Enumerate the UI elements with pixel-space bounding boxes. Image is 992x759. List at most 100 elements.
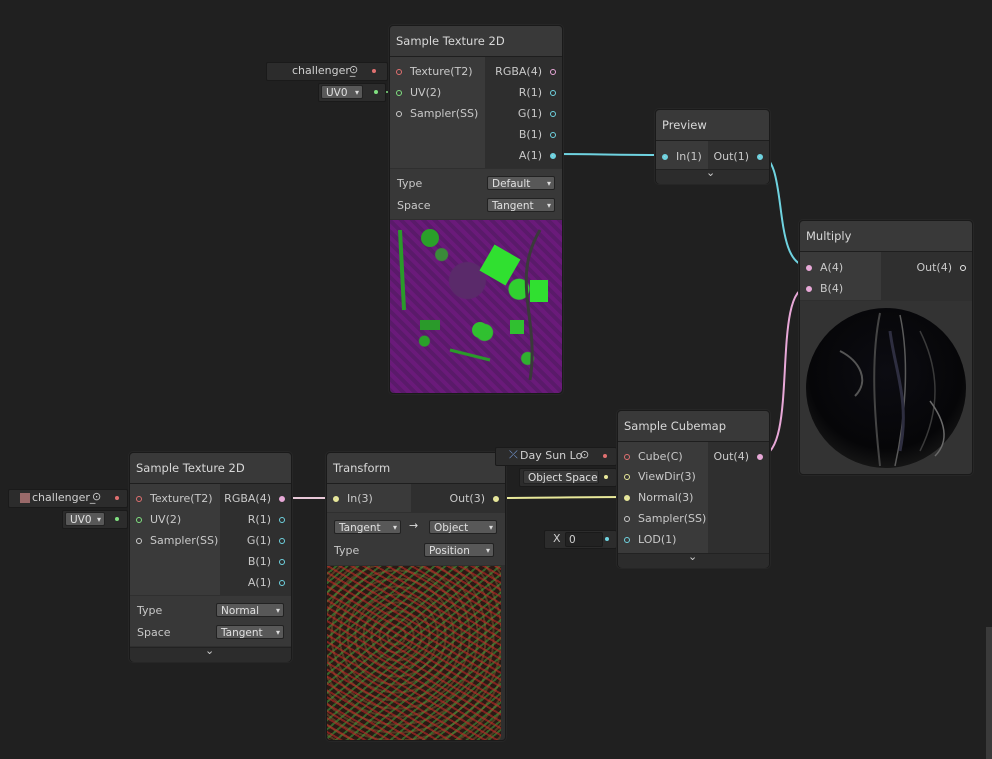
node-title[interactable]: Transform (327, 453, 505, 484)
input-port-in[interactable]: In(1) (662, 147, 702, 167)
port-dot-icon (550, 69, 556, 75)
input-port-cube[interactable]: Cube(C) (624, 447, 683, 467)
input-port-b[interactable]: B(4) (806, 279, 843, 299)
output-port-out[interactable]: Out(1) (713, 147, 763, 167)
input-port-sampler[interactable]: Sampler(SS) (396, 104, 478, 124)
input-port-normal[interactable]: Normal(3) (624, 488, 693, 508)
port-label: Texture(T2) (410, 65, 473, 78)
inline-texture-field-bottom[interactable]: challenger_ ⊙ (8, 489, 128, 508)
space-dropdown[interactable]: Tangent ▾ (216, 625, 284, 639)
from-space-dropdown[interactable]: Tangent ▾ (334, 520, 401, 534)
to-space-dropdown[interactable]: Object ▾ (429, 520, 497, 534)
transform-node[interactable]: Transform In(3) Out(3) Tangent ▾ → Objec… (326, 452, 506, 741)
sample-cubemap-node[interactable]: Sample Cubemap Cube(C) ViewDir(3) Normal… (617, 410, 770, 568)
input-port-texture[interactable]: Texture(T2) (396, 62, 473, 82)
input-port-viewdir[interactable]: ViewDir(3) (624, 467, 696, 487)
sphere-preview-image (800, 301, 972, 474)
lod-value-input[interactable]: 0 (565, 532, 603, 547)
node-title[interactable]: Multiply (800, 221, 972, 252)
node-title[interactable]: Sample Texture 2D (390, 26, 562, 57)
output-port-b[interactable]: B(1) (519, 125, 556, 145)
port-label: In(3) (347, 492, 373, 505)
output-port-b[interactable]: B(1) (248, 552, 285, 572)
output-port-r[interactable]: R(1) (519, 83, 556, 103)
port-dot-icon (550, 153, 556, 159)
from-space-value: Tangent (339, 522, 381, 534)
object-picker-icon[interactable]: ⊙ (580, 448, 589, 461)
input-port-texture[interactable]: Texture(T2) (136, 489, 213, 509)
port-label: B(1) (247, 555, 271, 568)
color-swatch (20, 493, 30, 503)
object-picker-icon[interactable]: ⊙ (349, 63, 358, 76)
dropdown-arrow-icon: ▾ (275, 606, 280, 615)
input-port-uv[interactable]: UV(2) (136, 510, 181, 530)
space-label: Space (397, 199, 431, 212)
output-port-out[interactable]: Out(4) (713, 447, 763, 467)
uv-channel-dropdown[interactable]: UV0 ▾ (65, 512, 105, 526)
input-port-in[interactable]: In(3) (333, 489, 373, 509)
port-label: Out(3) (449, 492, 485, 505)
sample-texture-2d-node-bottom[interactable]: Sample Texture 2D Texture(T2) UV(2) Samp… (129, 452, 292, 662)
input-port-sampler[interactable]: Sampler(SS) (624, 509, 706, 529)
inline-uv-field-bottom[interactable]: UV0 ▾ (62, 510, 128, 529)
port-label: Normal(3) (638, 491, 694, 504)
output-port-a[interactable]: A(1) (519, 146, 556, 166)
expand-chevron-icon[interactable]: ⌄ (205, 644, 214, 657)
inline-viewdir-field[interactable]: Object Space (519, 468, 617, 487)
port-dot-icon (136, 517, 142, 523)
preview-node[interactable]: Preview In(1) Out(1) ⌄ (655, 109, 770, 184)
input-port-lod[interactable]: LOD(1) (624, 530, 676, 550)
output-port-a[interactable]: A(1) (248, 573, 285, 593)
uv-channel-dropdown[interactable]: UV0 ▾ (321, 85, 363, 99)
output-port-rgba[interactable]: RGBA(4) (495, 62, 556, 82)
output-port-rgba[interactable]: RGBA(4) (224, 489, 285, 509)
input-port-sampler[interactable]: Sampler(SS) (136, 531, 218, 551)
space-dropdown[interactable]: Tangent ▾ (487, 198, 555, 212)
type-value: Position (429, 545, 470, 557)
port-label: Texture(T2) (150, 492, 213, 505)
node-title[interactable]: Sample Cubemap (618, 411, 769, 442)
port-label: Sampler(SS) (410, 107, 479, 120)
type-dropdown[interactable]: Default ▾ (487, 176, 555, 190)
output-port-g[interactable]: G(1) (247, 531, 285, 551)
object-picker-icon[interactable]: ⊙ (92, 490, 101, 503)
arrow-right-icon: → (409, 519, 419, 532)
type-dropdown[interactable]: Position ▾ (424, 543, 494, 557)
lod-axis-label: X (553, 532, 561, 545)
inline-cube-field[interactable]: ⤫ Day Sun Lo ⊙ (495, 447, 617, 466)
dropdown-arrow-icon: ▾ (485, 546, 490, 555)
port-label: G(1) (517, 107, 542, 120)
type-dropdown[interactable]: Normal ▾ (216, 603, 284, 617)
node-title[interactable]: Sample Texture 2D (130, 453, 291, 484)
output-port-out[interactable]: Out(3) (449, 489, 499, 509)
port-dot-icon (396, 111, 402, 117)
input-port-uv[interactable]: UV(2) (396, 83, 441, 103)
expand-chevron-icon[interactable]: ⌄ (688, 550, 697, 563)
port-dot-icon (279, 580, 285, 586)
port-label: Cube(C) (638, 450, 683, 463)
port-dot-icon (605, 537, 609, 541)
port-dot-icon (550, 111, 556, 117)
inline-uv-field-top[interactable]: UV0 ▾ (318, 83, 386, 102)
dropdown-arrow-icon: ▾ (354, 88, 359, 97)
port-label: RGBA(4) (224, 492, 271, 505)
port-label: Out(1) (713, 150, 749, 163)
input-port-a[interactable]: A(4) (806, 258, 843, 278)
inline-lod-field[interactable]: X 0 (544, 530, 617, 549)
type-label: Type (334, 544, 360, 557)
expand-chevron-icon[interactable]: ⌄ (706, 166, 715, 179)
output-port-out[interactable]: Out(4) (916, 258, 966, 278)
scrollbar-edge[interactable] (986, 627, 992, 759)
sample-texture-2d-node-top[interactable]: Sample Texture 2D Texture(T2) UV(2) Samp… (389, 25, 563, 394)
to-space-value: Object (434, 522, 469, 534)
node-title[interactable]: Preview (656, 110, 769, 141)
inline-texture-field-top[interactable]: challenger_ ⊙ (266, 62, 388, 81)
output-port-g[interactable]: G(1) (518, 104, 556, 124)
port-dot-icon (806, 286, 812, 292)
port-dot-icon (115, 517, 119, 521)
dropdown-arrow-icon: ▾ (546, 179, 551, 188)
multiply-node[interactable]: Multiply A(4) B(4) Out(4) (799, 220, 973, 475)
sphere-art (806, 308, 966, 468)
output-port-r[interactable]: R(1) (248, 510, 285, 530)
uv-channel-value: UV0 (70, 514, 92, 526)
